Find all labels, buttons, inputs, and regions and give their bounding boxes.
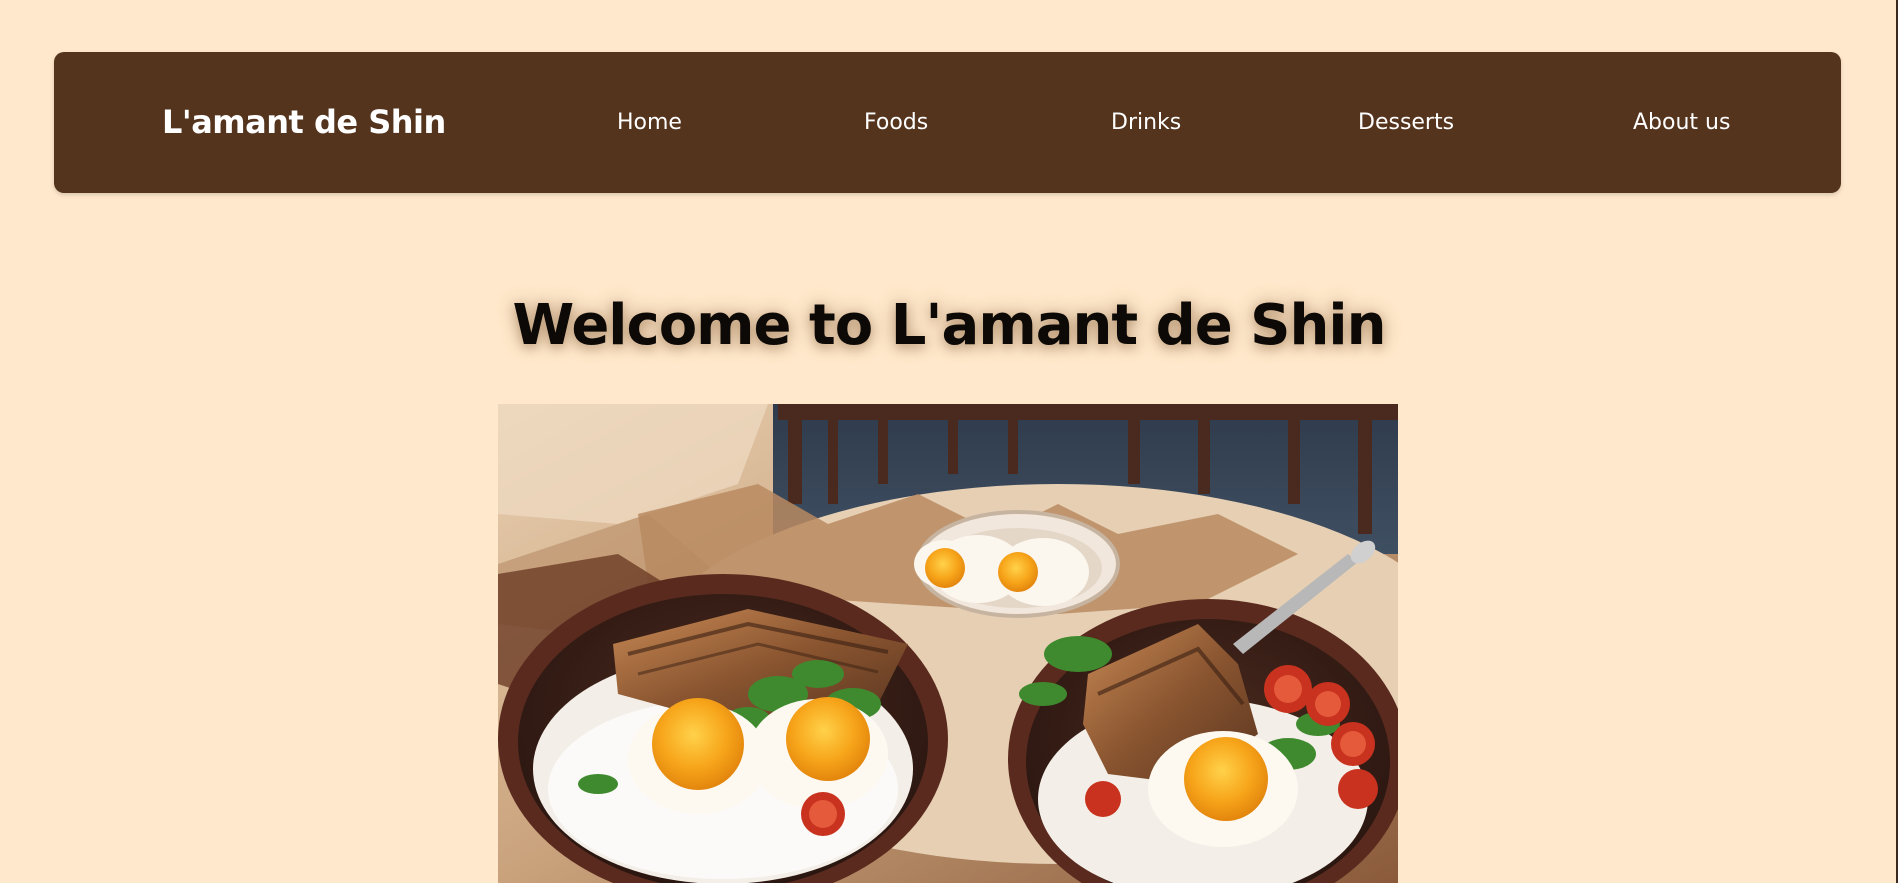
hero-image (498, 404, 1398, 883)
brand-logo-text[interactable]: L'amant de Shin (162, 52, 446, 193)
page-title: Welcome to L'amant de Shin (512, 292, 1387, 358)
nav-link-home[interactable]: Home (617, 52, 682, 193)
nav-link-foods[interactable]: Foods (864, 52, 928, 193)
nav-link-desserts[interactable]: Desserts (1358, 52, 1454, 193)
page: L'amant de Shin Home Foods Drinks Desser… (0, 0, 1898, 883)
nav-link-drinks[interactable]: Drinks (1111, 52, 1181, 193)
nav-link-about-us[interactable]: About us (1633, 52, 1730, 193)
navbar: L'amant de Shin Home Foods Drinks Desser… (54, 52, 1841, 193)
